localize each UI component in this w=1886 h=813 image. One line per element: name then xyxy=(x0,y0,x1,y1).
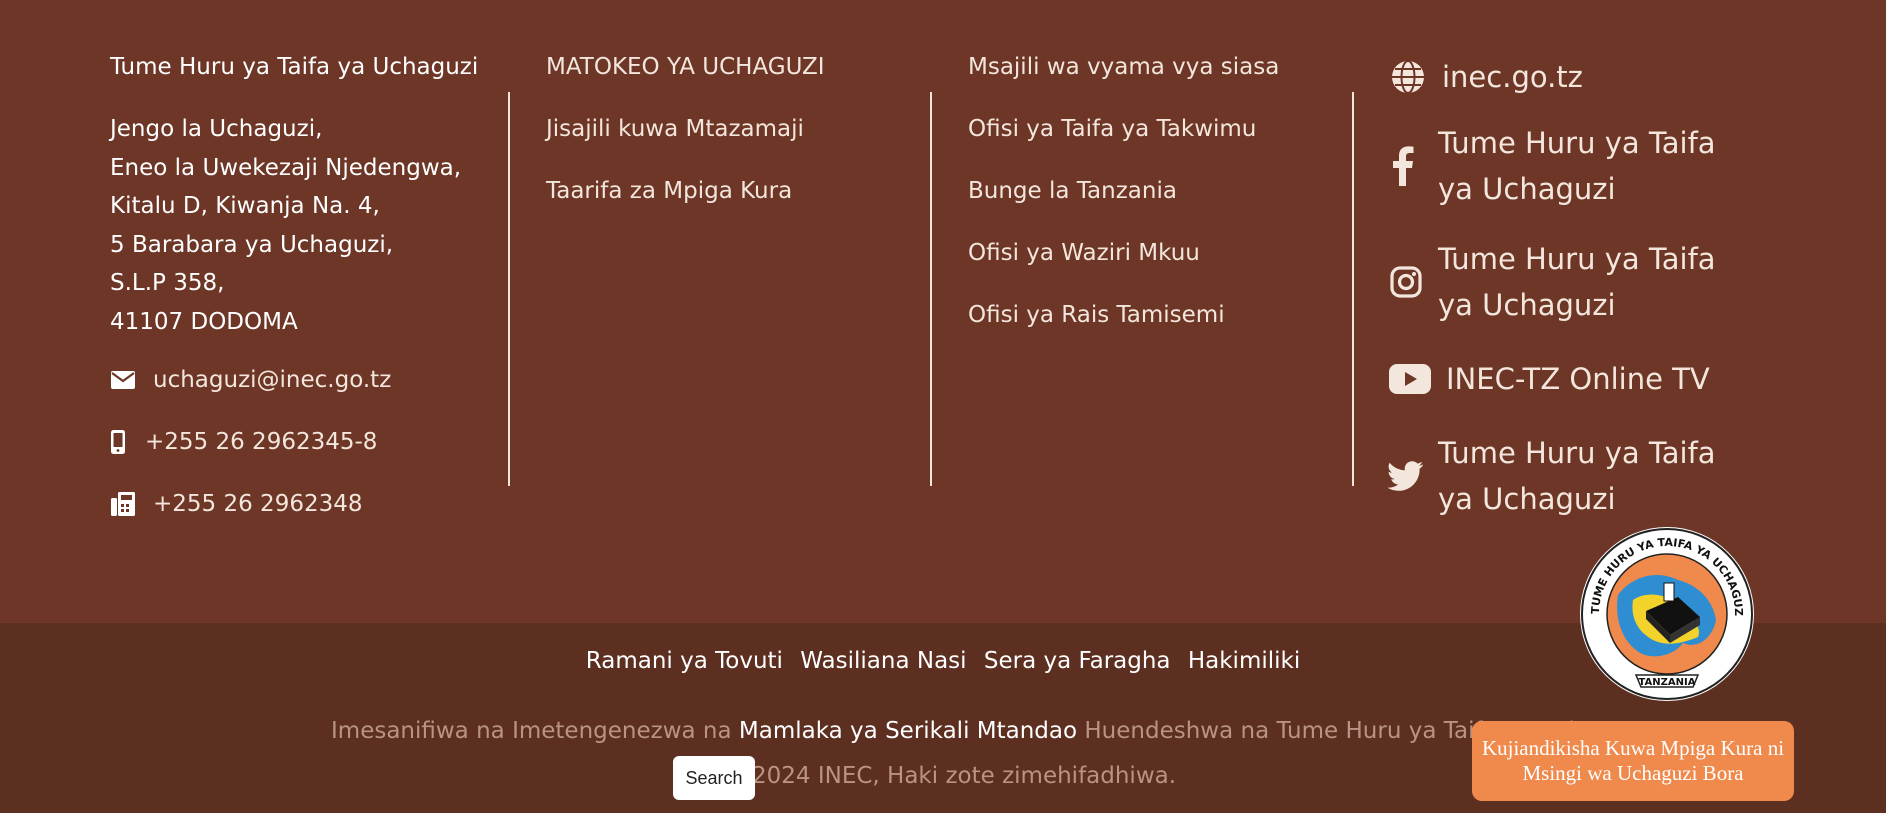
social-twitter[interactable]: Tume Huru ya Taifa ya Uchaguzi xyxy=(1388,430,1808,522)
credit-prefix: Imesanifiwa na Imetengenezwa na xyxy=(331,718,732,744)
address-line: Jengo la Uchaguzi, xyxy=(110,116,323,142)
links-column-partners: Msajili wa vyama vya siasa Ofisi ya Taif… xyxy=(968,50,1348,332)
column-divider xyxy=(508,92,510,486)
link-voter-info[interactable]: Taarifa za Mpiga Kura xyxy=(546,174,926,208)
fax-icon xyxy=(110,491,136,517)
contact-title: Tume Huru ya Taifa ya Uchaguzi xyxy=(110,54,479,80)
instagram-link[interactable]: Tume Huru ya Taifa ya Uchaguzi xyxy=(1438,236,1758,328)
ega-link[interactable]: Mamlaka ya Serikali Mtandao xyxy=(739,718,1077,744)
social-column: inec.go.tz Tume Huru ya Taifa ya Uchaguz… xyxy=(1388,50,1808,522)
link-tamisemi[interactable]: Ofisi ya Rais Tamisemi xyxy=(968,298,1348,332)
youtube-link[interactable]: INEC-TZ Online TV xyxy=(1446,356,1710,402)
link-sitemap[interactable]: Ramani ya Tovuti xyxy=(586,648,783,674)
column-divider xyxy=(930,92,932,486)
link-copyright[interactable]: Hakimiliki xyxy=(1188,648,1300,674)
fax-number[interactable]: +255 26 2962348 xyxy=(153,491,363,517)
email-row[interactable]: uchaguzi@inec.go.tz xyxy=(110,361,510,399)
register-voter-button[interactable]: Kujiandikisha Kuwa Mpiga Kura ni Msingi … xyxy=(1472,721,1794,801)
address-line: Kitalu D, Kiwanja Na. 4, xyxy=(110,193,380,219)
mobile-phone-icon xyxy=(110,429,126,455)
link-register-observer[interactable]: Jisajili kuwa Mtazamaji xyxy=(546,112,926,146)
address-block: Jengo la Uchaguzi, Eneo la Uwekezaji Nje… xyxy=(110,110,510,341)
facebook-icon xyxy=(1388,144,1418,188)
address-line: 41107 DODOMA xyxy=(110,308,298,335)
address-line: Eneo la Uwekezaji Njedengwa, xyxy=(110,154,462,181)
link-prime-minister-office[interactable]: Ofisi ya Waziri Mkuu xyxy=(968,236,1348,270)
copyright-text: 2024 INEC, Haki zote zimehifadhiwa. xyxy=(752,763,1177,789)
social-youtube[interactable]: INEC-TZ Online TV xyxy=(1388,356,1808,402)
social-website[interactable]: inec.go.tz xyxy=(1388,54,1808,100)
phone-number[interactable]: +255 26 2962345-8 xyxy=(145,429,377,455)
social-instagram[interactable]: Tume Huru ya Taifa ya Uchaguzi xyxy=(1388,236,1808,328)
link-election-results[interactable]: MATOKEO YA UCHAGUZI xyxy=(546,50,926,84)
credit-line: Imesanifiwa na Imetengenezwa na Mamlaka … xyxy=(331,718,1583,744)
phone-row[interactable]: +255 26 2962345-8 xyxy=(110,423,510,461)
contact-column: Tume Huru ya Taifa ya Uchaguzi Jengo la … xyxy=(110,50,510,523)
fax-row[interactable]: +255 26 2962348 xyxy=(110,485,510,523)
column-divider xyxy=(1352,92,1354,486)
seal-banner-text: TANZANIA xyxy=(1639,677,1696,688)
link-registrar-parties[interactable]: Msajili wa vyama vya siasa xyxy=(968,50,1348,84)
facebook-link[interactable]: Tume Huru ya Taifa ya Uchaguzi xyxy=(1438,120,1758,212)
envelope-icon xyxy=(110,367,136,393)
link-statistics-office[interactable]: Ofisi ya Taifa ya Takwimu xyxy=(968,112,1348,146)
instagram-icon xyxy=(1388,260,1424,304)
youtube-icon xyxy=(1388,357,1432,401)
links-column-results: MATOKEO YA UCHAGUZI Jisajili kuwa Mtazam… xyxy=(546,50,926,208)
link-parliament[interactable]: Bunge la Tanzania xyxy=(968,174,1348,208)
twitter-icon xyxy=(1388,454,1424,498)
twitter-link[interactable]: Tume Huru ya Taifa ya Uchaguzi xyxy=(1438,430,1758,522)
website-link[interactable]: inec.go.tz xyxy=(1442,54,1583,100)
address-line: 5 Barabara ya Uchaguzi, xyxy=(110,231,394,258)
link-contact-us[interactable]: Wasiliana Nasi xyxy=(800,648,966,674)
address-line: S.L.P 358, xyxy=(110,270,225,296)
email-link[interactable]: uchaguzi@inec.go.tz xyxy=(153,367,391,393)
search-button[interactable]: Search xyxy=(673,756,755,800)
inec-seal-logo: TUME HURU YA TAIFA YA UCHAGUZI TANZANIA xyxy=(1576,515,1756,703)
globe-icon xyxy=(1388,55,1428,99)
link-privacy-policy[interactable]: Sera ya Faragha xyxy=(984,648,1171,674)
social-facebook[interactable]: Tume Huru ya Taifa ya Uchaguzi xyxy=(1388,120,1808,212)
